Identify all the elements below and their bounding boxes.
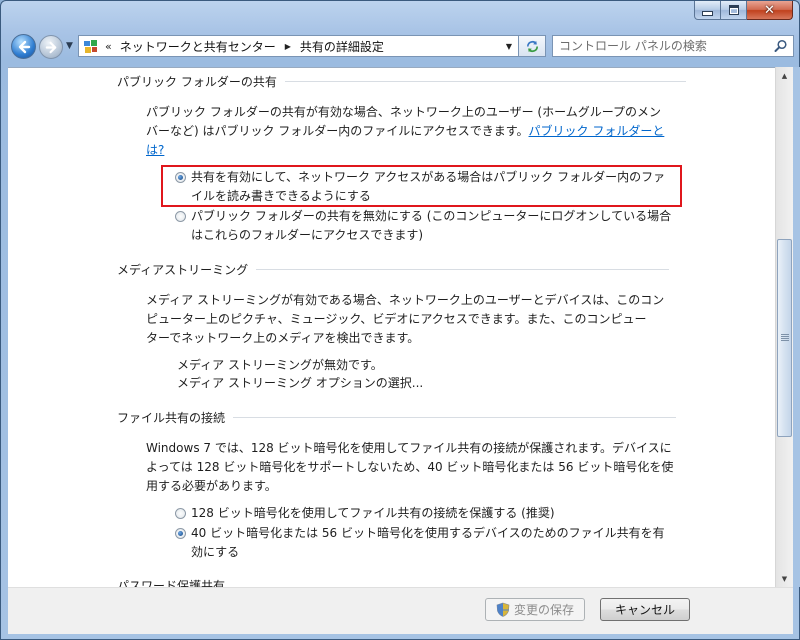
encryption-40-56-label[interactable]: 40 ビット暗号化または 56 ビット暗号化を使用するデバイスのためのファイル共… (191, 524, 665, 562)
cancel-button[interactable]: キャンセル (600, 598, 690, 621)
search-input[interactable] (559, 39, 769, 53)
forward-button[interactable] (39, 35, 63, 59)
minimize-button[interactable] (694, 1, 721, 20)
search-box[interactable] (552, 35, 794, 57)
breadcrumb-overflow[interactable]: « (105, 40, 112, 53)
control-panel-icon (84, 40, 97, 53)
scroll-down-button[interactable]: ▼ (776, 570, 793, 587)
caption-buttons: ✕ (694, 1, 793, 21)
public-folder-enable-option[interactable]: 共有を有効にして、ネットワーク アクセスがある場合はパブリック フォルダー内のフ… (175, 168, 665, 206)
section-divider (284, 81, 686, 82)
section-divider (233, 417, 677, 418)
encryption-128-label[interactable]: 128 ビット暗号化を使用してファイル共有の接続を保護する (推奨) (191, 504, 555, 523)
refresh-icon (526, 40, 538, 52)
forward-arrow-icon (45, 41, 56, 53)
explorer-window: ✕ ▼ « ネットワークと共有センター ▶ 共有の詳細設定 ▼ コントロール パ… (0, 0, 800, 640)
window-border (793, 67, 800, 587)
password-section-header: パスワード保護共有 (117, 579, 225, 587)
breadcrumb-separator-icon[interactable]: ▶ (285, 42, 291, 51)
breadcrumb-network-center[interactable]: ネットワークと共有センター (120, 38, 276, 55)
close-icon: ✕ (764, 2, 775, 18)
file-sharing-section-header: ファイル共有の接続 (117, 409, 677, 426)
media-streaming-section-header: メディアストリーミング (117, 261, 670, 278)
public-folder-help-link-cont[interactable]: は? (146, 143, 164, 157)
recent-pages-dropdown[interactable]: ▼ (66, 41, 73, 51)
public-folder-enable-label[interactable]: 共有を有効にして、ネットワーク アクセスがある場合はパブリック フォルダー内のフ… (191, 168, 665, 206)
public-folder-section-header: パブリック フォルダーの共有 (117, 73, 686, 90)
media-streaming-options-link[interactable]: メディア ストリーミング オプションの選択... (177, 374, 423, 392)
address-bar[interactable]: « ネットワークと共有センター ▶ 共有の詳細設定 ▼ (78, 35, 519, 57)
encryption-40-56-radio[interactable] (175, 528, 186, 539)
encryption-128-radio[interactable] (175, 508, 186, 519)
refresh-button[interactable] (519, 35, 546, 57)
section-divider (256, 269, 670, 270)
button-bar: 変更の保存 キャンセル (8, 587, 793, 634)
breadcrumb-advanced-sharing[interactable]: 共有の詳細設定 (300, 38, 384, 55)
save-changes-button[interactable]: 変更の保存 (485, 598, 585, 621)
encryption-128-option[interactable]: 128 ビット暗号化を使用してファイル共有の接続を保護する (推奨) (175, 504, 555, 523)
search-icon[interactable] (774, 39, 788, 53)
scroll-up-button[interactable]: ▲ (776, 67, 793, 84)
public-folder-disable-label[interactable]: パブリック フォルダーの共有を無効にする (このコンピューターにログオンしている… (191, 207, 671, 245)
public-folder-enable-radio[interactable] (175, 172, 186, 183)
back-button[interactable] (11, 34, 36, 59)
public-folder-disable-option[interactable]: パブリック フォルダーの共有を無効にする (このコンピューターにログオンしている… (175, 207, 671, 245)
media-streaming-title: メディアストリーミング (117, 263, 249, 277)
close-button[interactable]: ✕ (747, 1, 793, 20)
file-sharing-title: ファイル共有の接続 (117, 411, 226, 425)
public-folder-help-link[interactable]: パブリック フォルダーと (529, 124, 665, 138)
public-folder-title: パブリック フォルダーの共有 (117, 75, 277, 89)
scroll-thumb[interactable] (777, 239, 792, 437)
scroll-grip-icon (781, 333, 789, 342)
file-sharing-description: Windows 7 では、128 ビット暗号化を使用してファイル共有の接続が保護… (146, 441, 674, 493)
maximize-icon (728, 5, 739, 15)
password-title: パスワード保護共有 (117, 579, 226, 587)
maximize-button[interactable] (721, 1, 747, 20)
media-streaming-description: メディア ストリーミングが有効である場合、ネットワーク上のユーザーとデバイスは、… (146, 293, 665, 345)
public-folder-disable-radio[interactable] (175, 211, 186, 222)
encryption-40-56-option[interactable]: 40 ビット暗号化または 56 ビット暗号化を使用するデバイスのためのファイル共… (175, 524, 665, 562)
address-dropdown-icon[interactable]: ▼ (500, 36, 518, 56)
uac-shield-icon (496, 602, 510, 617)
back-arrow-icon (18, 40, 30, 53)
public-folder-description: パブリック フォルダーの共有が有効な場合、ネットワーク上のユーザー (ホームグル… (146, 105, 665, 157)
minimize-icon (702, 10, 713, 16)
media-streaming-status: メディア ストリーミングが無効です。 (177, 358, 383, 372)
vertical-scrollbar[interactable]: ▲ ▼ (775, 67, 793, 587)
